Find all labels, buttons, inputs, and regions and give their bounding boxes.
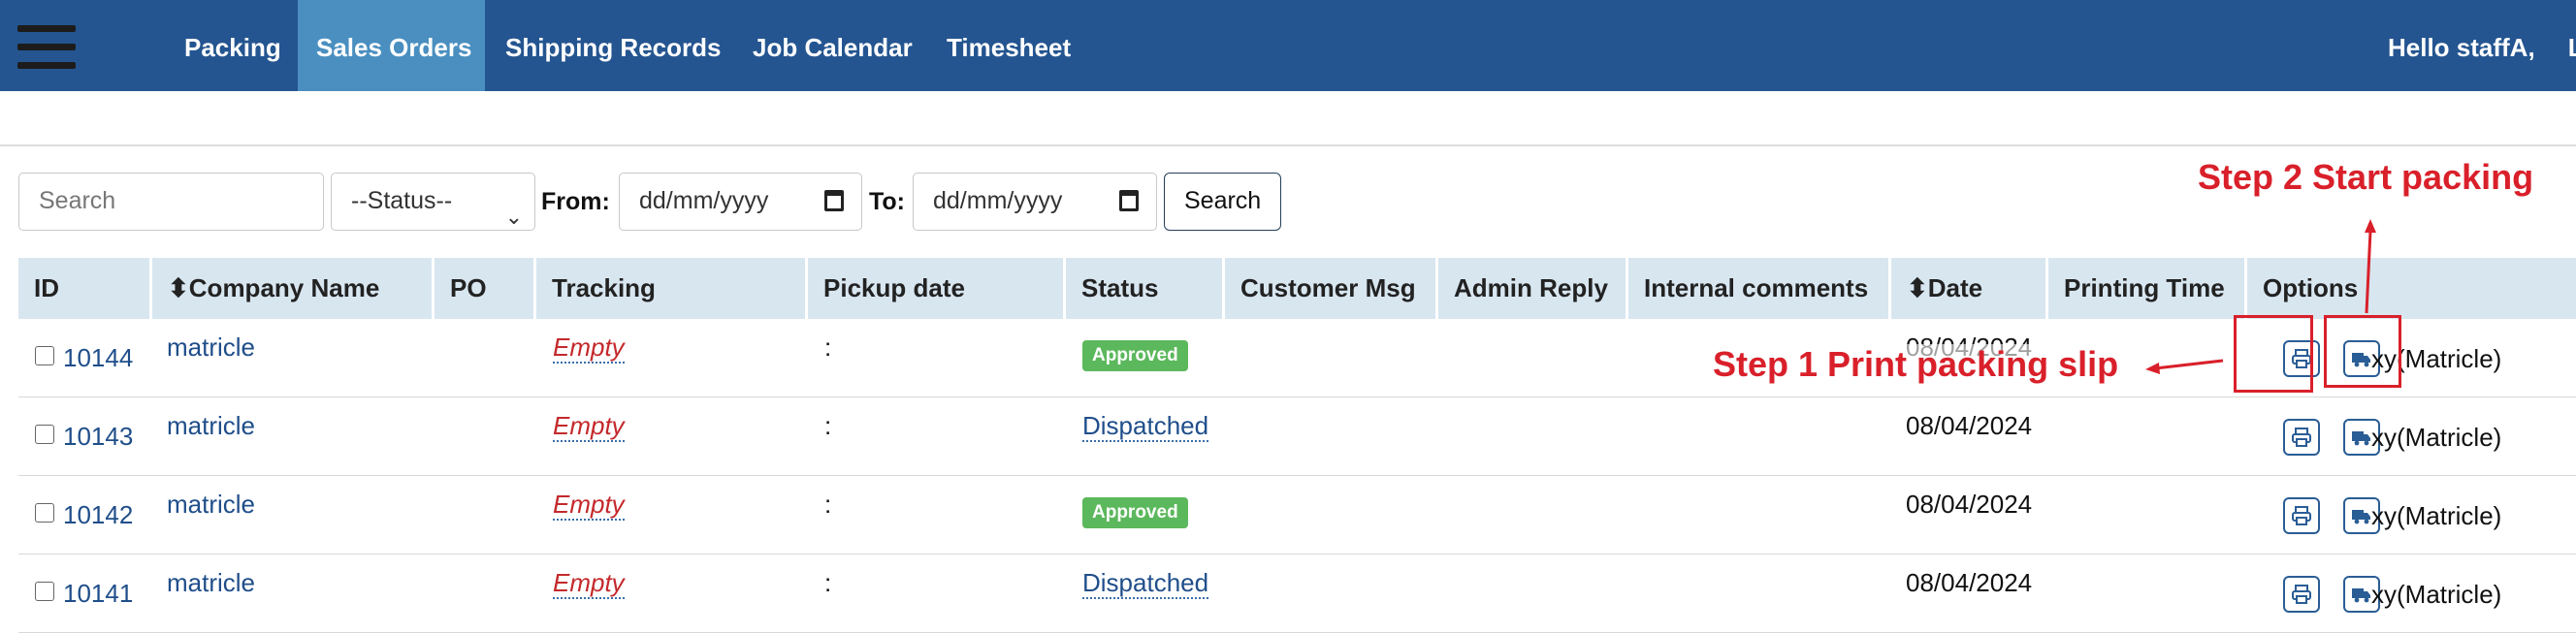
arrow-step1-line (2154, 359, 2224, 370)
annotation-arrows (2145, 219, 2376, 374)
arrow-step2-head (2365, 219, 2376, 233)
arrow-step1-head (2145, 363, 2160, 374)
arrow-step2-line (2365, 230, 2372, 314)
